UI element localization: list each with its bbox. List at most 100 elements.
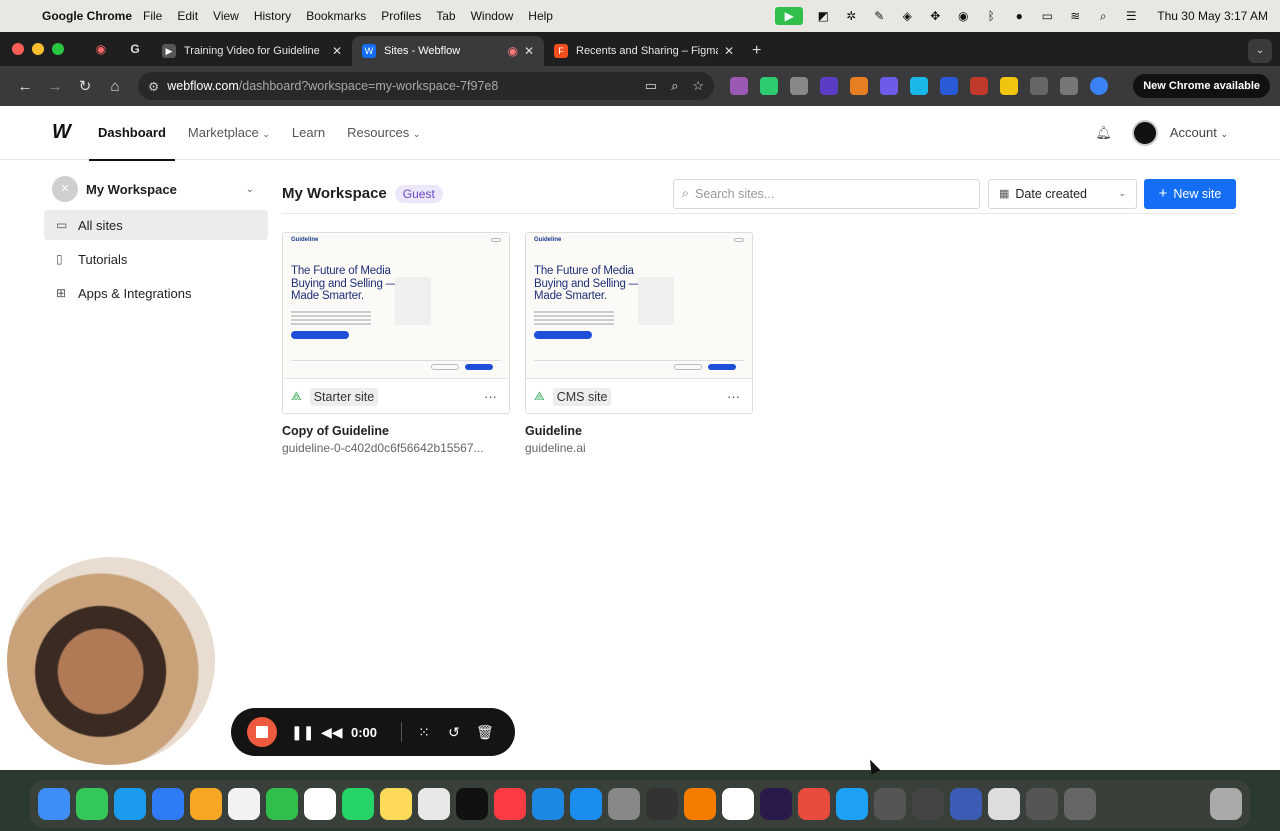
close-tab-icon[interactable]: ✕ — [724, 44, 734, 58]
menu-profiles[interactable]: Profiles — [381, 9, 421, 23]
messages-icon[interactable] — [76, 788, 108, 820]
gear-icon[interactable]: ✲ — [843, 9, 859, 23]
reload-icon[interactable]: ↻ — [70, 77, 100, 95]
sort-dropdown[interactable]: ▦ Date created ⌄ — [988, 178, 1137, 209]
forward-icon[interactable]: → — [40, 78, 70, 95]
apple-tv-icon[interactable] — [456, 788, 488, 820]
chrome-update-button[interactable]: New Chrome available — [1133, 74, 1270, 98]
menubar-clock[interactable]: Thu 30 May 3:17 AM — [1157, 9, 1268, 23]
tab-search-icon[interactable]: ⌄ — [1248, 39, 1272, 63]
close-tab-icon[interactable]: ✕ — [524, 44, 534, 58]
extension-icon[interactable] — [760, 77, 778, 95]
freeform-icon[interactable] — [418, 788, 450, 820]
record-icon[interactable]: ◉ — [955, 9, 971, 23]
site-name[interactable]: Copy of Guideline — [282, 424, 510, 438]
extensions-puzzle-icon[interactable] — [1030, 77, 1048, 95]
more-options-icon[interactable]: ··· — [484, 389, 497, 404]
minimize-window-button[interactable] — [32, 43, 44, 55]
bell-icon[interactable]: 🔔︎ — [1095, 125, 1112, 141]
extension-icon[interactable] — [970, 77, 988, 95]
search-sites-input[interactable]: ⌕ Search sites... — [673, 178, 980, 209]
facetime-icon[interactable] — [266, 788, 298, 820]
webcam-bubble[interactable] — [7, 557, 215, 765]
nav-learn[interactable]: Learn — [292, 106, 325, 160]
app-store-icon[interactable] — [570, 788, 602, 820]
apps-icon[interactable]: ✥ — [927, 9, 943, 23]
safari-icon[interactable] — [114, 788, 146, 820]
chrome-icon[interactable] — [798, 788, 830, 820]
search-icon[interactable]: ⌕ — [1095, 9, 1111, 23]
nav-resources[interactable]: Resources ⌄ — [347, 106, 420, 160]
pause-icon[interactable]: ❚❚ — [291, 724, 314, 741]
close-window-button[interactable] — [12, 43, 24, 55]
avatar[interactable] — [1131, 119, 1158, 146]
site-thumbnail[interactable]: Guideline The Future of Media Buying and… — [283, 233, 509, 379]
restart-icon[interactable]: ↺ — [446, 724, 462, 741]
new-tab-icon[interactable]: + — [752, 36, 761, 66]
mail-icon[interactable] — [152, 788, 184, 820]
webflow-logo[interactable]: W — [52, 121, 96, 144]
sidebar-item-all-sites[interactable]: ▭ All sites — [44, 210, 268, 240]
whatsapp-icon[interactable] — [342, 788, 374, 820]
stack-icon[interactable] — [646, 788, 678, 820]
facetime-icon[interactable]: ▶ — [775, 7, 804, 25]
pinned-tab-record[interactable]: ◉ — [84, 32, 118, 66]
system-settings-icon[interactable] — [608, 788, 640, 820]
menu-history[interactable]: History — [254, 9, 291, 23]
account-menu[interactable]: Account ⌄ — [1170, 125, 1228, 140]
bookmark-star-icon[interactable]: ☆ — [692, 78, 704, 94]
extension-icon[interactable] — [850, 77, 868, 95]
menu-file[interactable]: File — [143, 9, 162, 23]
back-icon[interactable]: ← — [10, 78, 40, 95]
slack-icon[interactable] — [304, 788, 336, 820]
extension-icon[interactable] — [730, 77, 748, 95]
keynote-icon[interactable] — [532, 788, 564, 820]
menubar-app-name[interactable]: Google Chrome — [42, 9, 132, 23]
infuse-icon[interactable] — [684, 788, 716, 820]
window-preview-icon[interactable] — [950, 788, 982, 820]
workspace-switcher[interactable]: ✕ My Workspace ⌄ — [44, 172, 268, 206]
nav-marketplace[interactable]: Marketplace ⌄ — [188, 106, 270, 160]
more-options-icon[interactable]: ··· — [727, 389, 740, 404]
tab-training-video[interactable]: ▶ Training Video for Guideline ✕ — [152, 36, 352, 66]
site-card-box[interactable]: Guideline The Future of Media Buying and… — [282, 232, 510, 414]
nav-dashboard[interactable]: Dashboard — [89, 106, 175, 161]
close-tab-icon[interactable]: ✕ — [332, 44, 342, 58]
sidebar-item-tutorials[interactable]: ▯ Tutorials — [44, 244, 268, 274]
site-thumbnail[interactable]: Guideline The Future of Media Buying and… — [526, 233, 752, 379]
window-preview-icon[interactable] — [912, 788, 944, 820]
control-center-icon[interactable]: ☰ — [1123, 9, 1139, 23]
window-preview-icon[interactable] — [874, 788, 906, 820]
tab-sites-webflow[interactable]: W Sites - Webflow ◉ ✕ — [352, 36, 544, 66]
calendar-icon[interactable] — [228, 788, 260, 820]
window-preview-icon[interactable] — [1064, 788, 1096, 820]
wifi-icon[interactable]: ≋ — [1067, 9, 1083, 23]
site-card-copy-of-guideline[interactable]: Guideline The Future of Media Buying and… — [282, 232, 510, 455]
menu-bookmarks[interactable]: Bookmarks — [306, 9, 366, 23]
diamond-icon[interactable]: ◈ — [899, 9, 915, 23]
zoom-window-button[interactable] — [52, 43, 64, 55]
site-card-guideline[interactable]: Guideline The Future of Media Buying and… — [525, 232, 753, 455]
home-icon[interactable]: ⌂ — [100, 78, 130, 95]
screen-studio-icon[interactable] — [836, 788, 868, 820]
rewind-icon[interactable]: ◀◀ — [321, 724, 343, 741]
finder-icon[interactable] — [38, 788, 70, 820]
tab-figma-recents[interactable]: F Recents and Sharing – Figma ✕ — [544, 36, 744, 66]
site-info-icon[interactable]: ⚙ — [148, 79, 159, 94]
pinned-tab-google[interactable]: G — [118, 32, 152, 66]
stop-recording-button[interactable] — [247, 717, 277, 747]
zoom-icon[interactable]: ⌕ — [671, 78, 678, 94]
new-site-button[interactable]: + New site — [1144, 178, 1236, 209]
extension-icon[interactable] — [1000, 77, 1018, 95]
extension-icon[interactable] — [820, 77, 838, 95]
trash-icon[interactable]: 🗑︎ — [476, 724, 494, 741]
menu-edit[interactable]: Edit — [177, 9, 198, 23]
menu-help[interactable]: Help — [528, 9, 553, 23]
address-bar[interactable]: ⚙ webflow.com/dashboard?workspace=my-wor… — [138, 72, 714, 100]
menu-tab[interactable]: Tab — [436, 9, 455, 23]
notion-icon[interactable] — [940, 77, 958, 95]
download-icon[interactable] — [1060, 77, 1078, 95]
battery-icon[interactable]: ▭ — [1039, 9, 1055, 23]
site-card-box[interactable]: Guideline The Future of Media Buying and… — [525, 232, 753, 414]
obs-icon[interactable] — [760, 788, 792, 820]
